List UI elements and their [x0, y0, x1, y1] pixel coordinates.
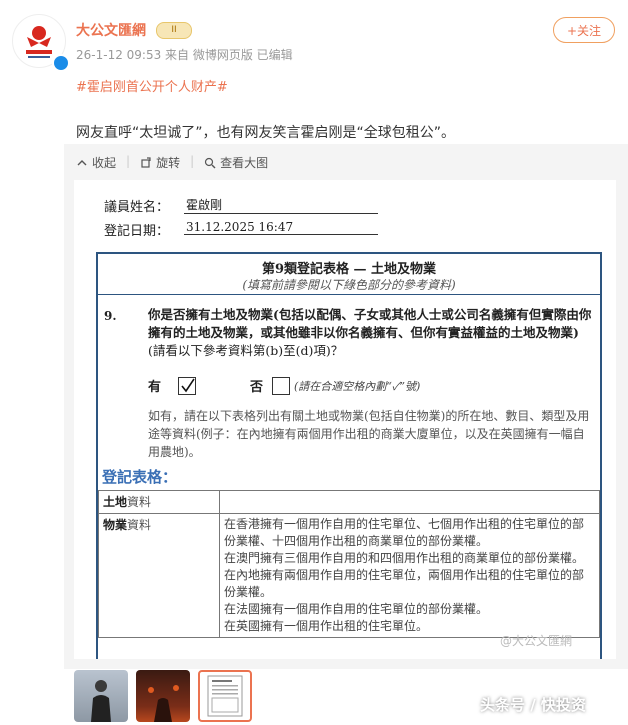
question-body: 你是否擁有土地及物業(包括以配偶、子女或其他人士或公司名義擁有但實際由你擁有的土… — [148, 307, 592, 340]
event-photo-icon — [148, 685, 179, 722]
instruction-text: 如有，請在以下表格列出有關土地或物業(包括自住物業)的所在地、數目、類型及用途等… — [148, 409, 590, 459]
image-toolbar: 收起 | 旋转 | 查看大图 — [76, 154, 268, 171]
yes-label: 有 — [148, 380, 162, 395]
property-label: 物業資料 — [98, 513, 220, 638]
verified-icon — [52, 54, 70, 72]
form-title: 第9類登記表格 — 土地及物業 — [261, 262, 437, 277]
vip-badge-icon: II — [156, 22, 192, 39]
collect-label: 收起 — [92, 156, 117, 170]
hashtag-link[interactable]: #霍启刚首公开个人财产# — [76, 76, 228, 95]
yes-checkbox — [178, 377, 196, 395]
register-date-label: 登記日期： — [104, 224, 170, 239]
property-line: 在法國擁有一個用作自用的住宅單位的部份業權。 — [224, 602, 489, 616]
form-divider — [98, 294, 600, 295]
land-value — [219, 490, 600, 514]
land-label-rest: 資料 — [127, 495, 152, 509]
question-note: (請看以下參考資料第(b)至(d)項)？ — [148, 343, 344, 358]
section-title: 登記表格： — [102, 469, 178, 486]
member-name-value: 霍啟剛 — [184, 196, 378, 214]
property-label-rest: 資料 — [127, 518, 152, 532]
no-checkbox — [272, 377, 290, 395]
thumbnail-2[interactable] — [136, 670, 190, 722]
document-thumbnail-icon — [207, 675, 243, 717]
question-text: 你是否擁有土地及物業(包括以配偶、子女或其他人士或公司名義擁有但實際由你擁有的土… — [148, 306, 593, 360]
corner-watermark: 头条号 / 快投资 — [480, 696, 586, 714]
form-subtitle: (填寫前請參閱以下綠色部分的參考資料) — [242, 278, 456, 292]
post-text: 网友直呼“太坦诚了”，也有网友笑言霍启刚是“全球包租公”。 — [76, 125, 456, 141]
land-label: 土地資料 — [98, 490, 220, 514]
member-name-label: 議員姓名： — [104, 200, 170, 215]
zoom-icon — [205, 157, 216, 168]
view-large-button[interactable]: 查看大图 — [204, 154, 268, 171]
table-row: 物業資料 在香港擁有一個用作自用的住宅單位、七個用作出租的住宅單位的部份業權、十… — [98, 513, 600, 638]
rotate-icon — [141, 156, 151, 168]
thumbnail-1[interactable] — [74, 670, 128, 722]
property-value: 在香港擁有一個用作自用的住宅單位、七個用作出租的住宅單位的部份業權、十四個用作出… — [219, 513, 600, 638]
thumbnail-3-selected[interactable] — [198, 670, 252, 722]
table-row: 土地資料 — [98, 490, 600, 514]
collapse-icon — [77, 159, 87, 165]
person-photo-icon — [91, 680, 111, 722]
property-table: 土地資料 物業資料 在香港擁有一個用作自用的住宅單位、七個用作出租的住宅單位的部… — [98, 490, 600, 638]
member-name-field: 議員姓名： 霍啟剛 — [104, 196, 378, 215]
no-label: 否 — [250, 380, 264, 395]
view-large-label: 查看大图 — [220, 156, 269, 170]
watermark: @大公文匯網 — [500, 634, 573, 648]
checkmark-icon — [181, 378, 195, 393]
property-line: 在澳門擁有三個用作自用的和四個用作出租的商業單位的部份業權。 — [224, 551, 585, 565]
collect-button[interactable]: 收起 — [76, 154, 116, 171]
post-image[interactable]: 議員姓名： 霍啟剛 登記日期： 31.12.2025 16:47 第9類登記表格… — [74, 180, 616, 659]
ta-kung-logo-icon — [26, 26, 52, 58]
property-label-bold: 物業 — [103, 518, 128, 532]
follow-button[interactable]: +关注 — [553, 17, 615, 43]
question-number: 9. — [104, 309, 117, 323]
toolbar-divider: | — [190, 154, 195, 168]
property-line: 在內地擁有兩個用作自用的住宅單位，兩個用作出租的住宅單位的部份業權。 — [224, 568, 585, 599]
land-label-bold: 土地 — [103, 495, 128, 509]
register-date-value: 31.12.2025 16:47 — [184, 220, 378, 235]
register-date-field: 登記日期： 31.12.2025 16:47 — [104, 220, 378, 239]
property-line: 在香港擁有一個用作自用的住宅單位、七個用作出租的住宅單位的部份業權、十四個用作出… — [224, 517, 585, 548]
toolbar-divider: | — [126, 154, 131, 168]
post-meta: 26-1-12 09:53 来自 微博网页版 已编辑 — [76, 48, 293, 62]
registration-form: 第9類登記表格 — 土地及物業 (填寫前請參閱以下綠色部分的參考資料) 9. 你… — [96, 252, 602, 659]
rotate-button[interactable]: 旋转 — [140, 154, 180, 171]
account-name[interactable]: 大公文匯網 — [76, 20, 146, 40]
checkbox-note: (請在合適空格內劃“✓”號) — [294, 380, 421, 393]
rotate-label: 旋转 — [156, 156, 181, 170]
vip-badge-label: II — [171, 25, 177, 35]
